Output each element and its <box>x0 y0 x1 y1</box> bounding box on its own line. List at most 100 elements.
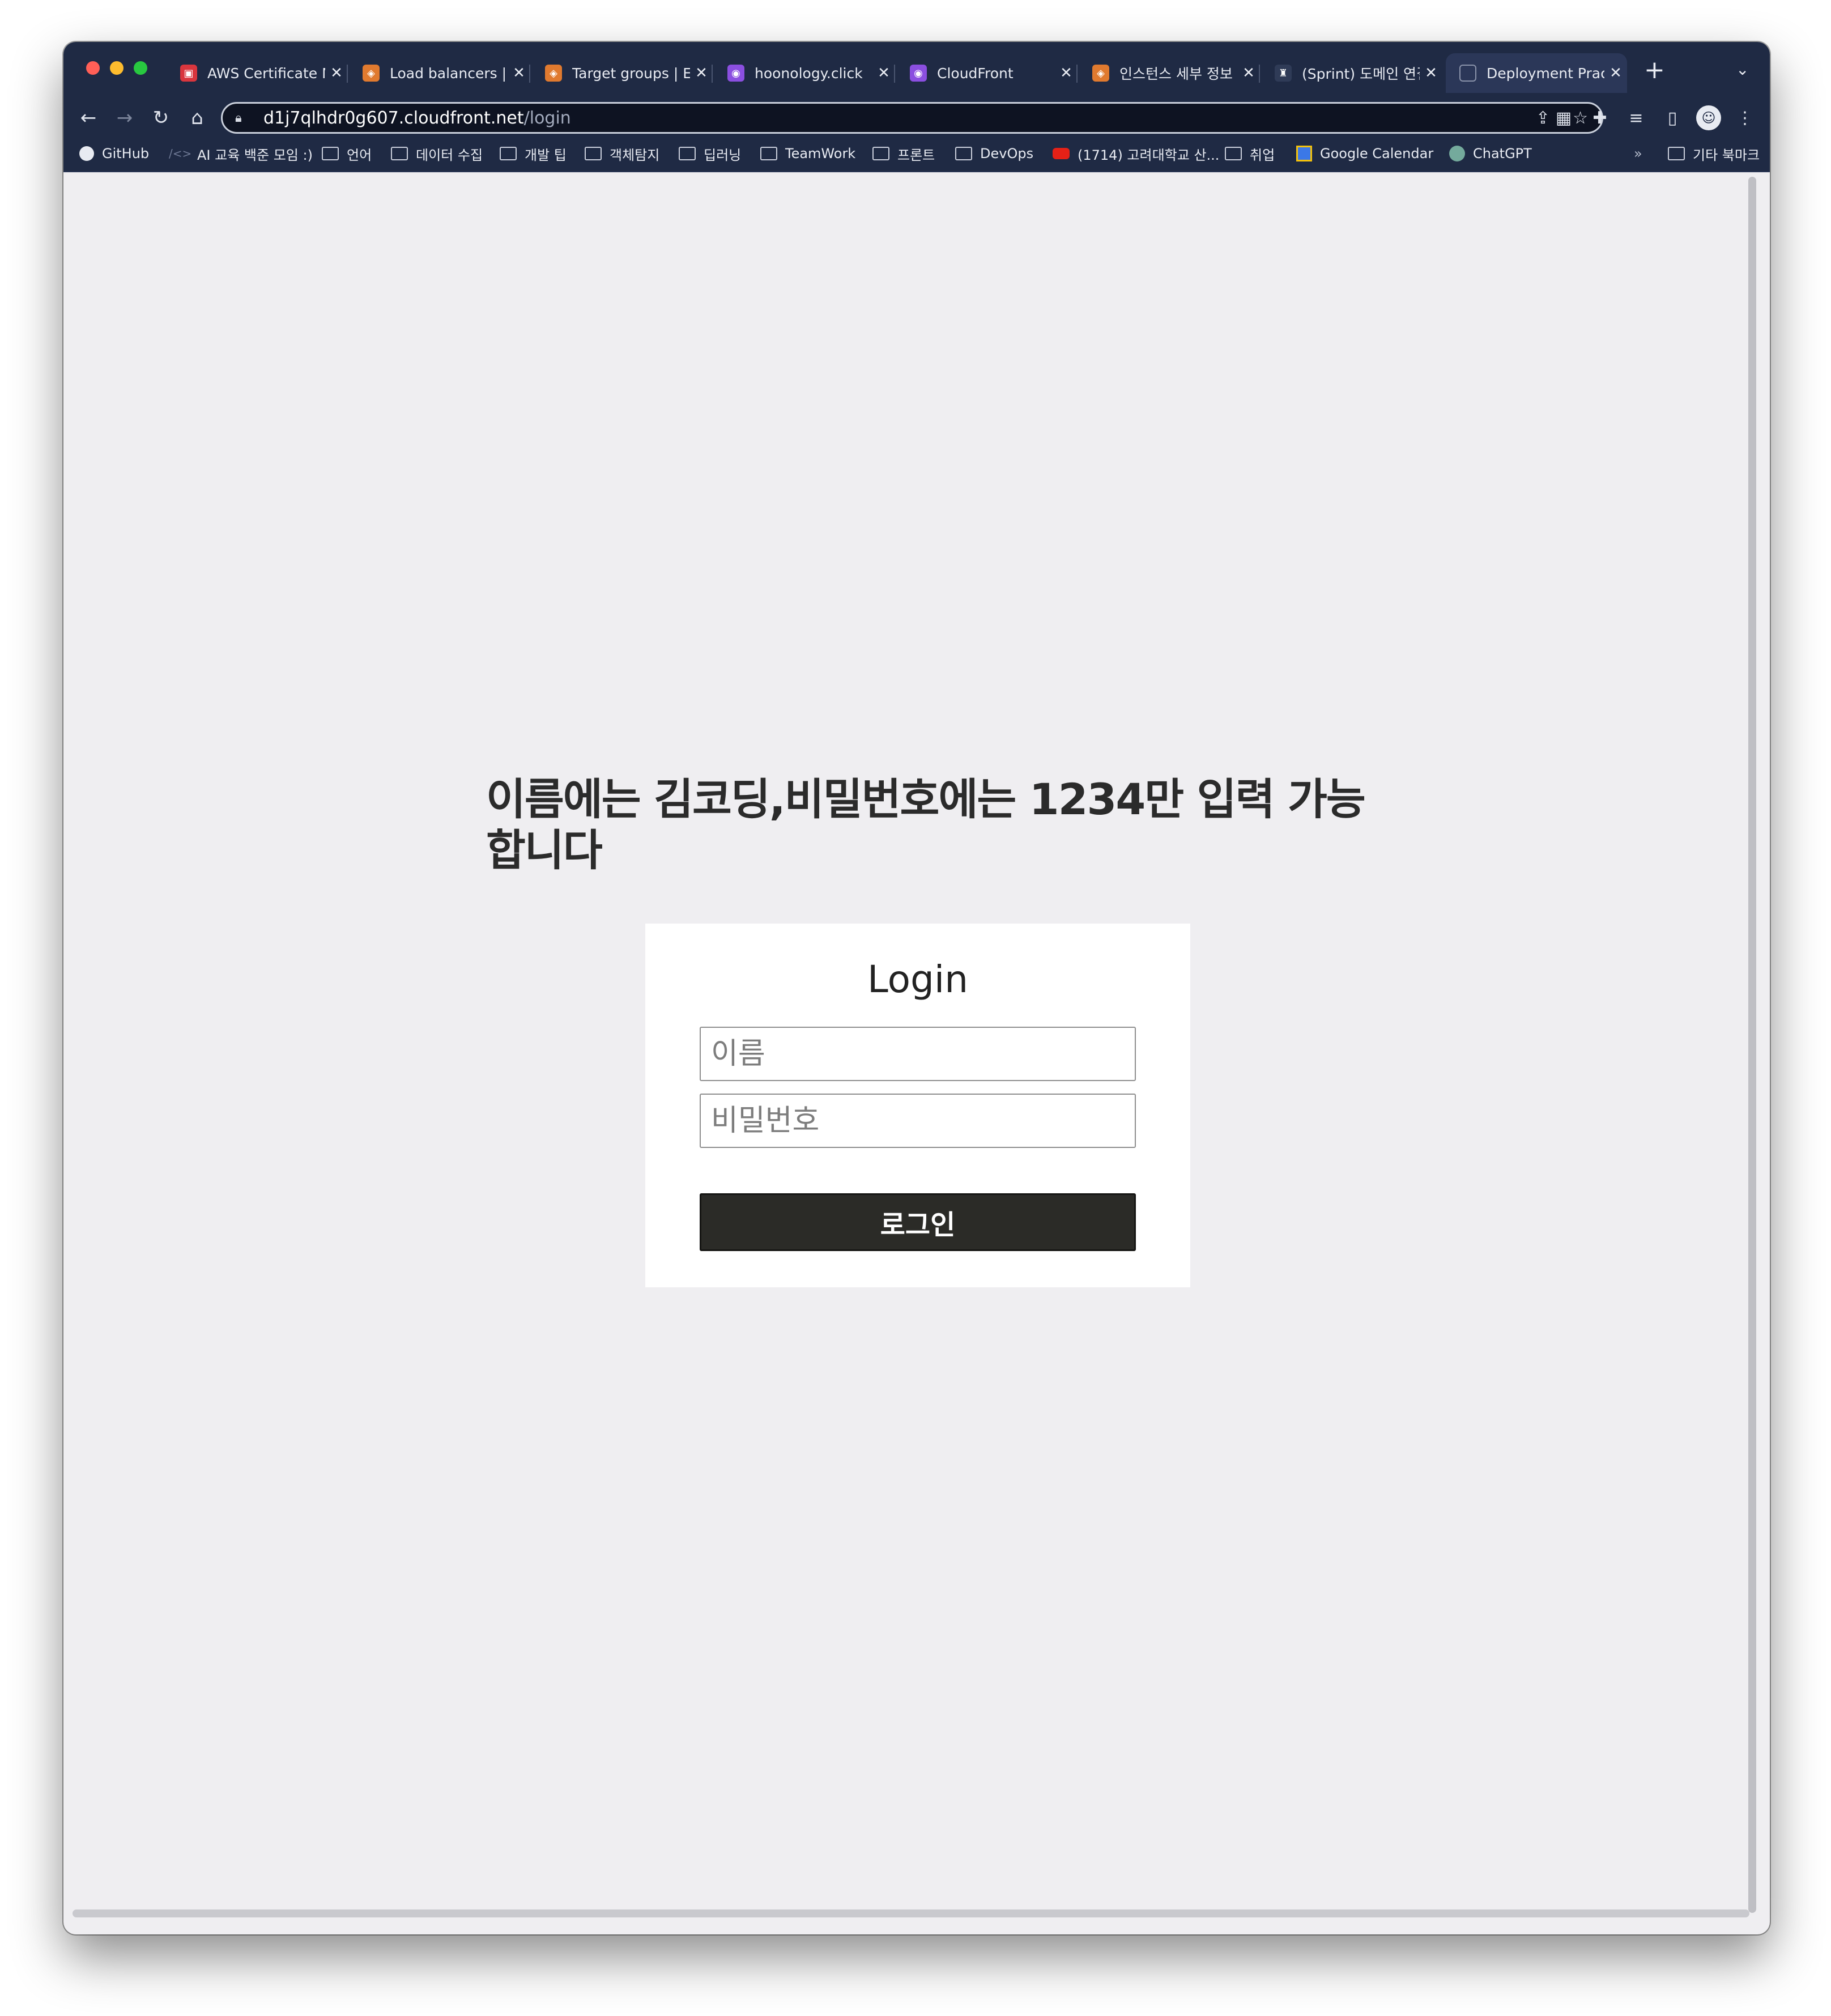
github-icon <box>79 146 94 161</box>
tab-separator <box>529 65 530 83</box>
tab-aws-certificate[interactable]: ▣ AWS Certificate M ✕ <box>167 53 348 93</box>
calendar-icon <box>1296 146 1312 161</box>
tab-title: CloudFront <box>937 65 1014 82</box>
ec2-icon: ◈ <box>363 65 380 82</box>
bookmark-ai-study[interactable]: /<> AI 교육 백준 모임 :) <box>169 136 313 171</box>
share-icon[interactable]: ⇪ <box>1536 108 1550 128</box>
page-content: 이름에는 김코딩,비밀번호에는 1234만 입력 가능합니다 Login 로그인 <box>73 172 1760 1917</box>
folder-icon <box>1668 147 1685 160</box>
bookmark-label: 개발 팁 <box>525 147 567 163</box>
window-maximize-button[interactable] <box>134 61 147 75</box>
close-icon[interactable]: ✕ <box>1420 65 1442 82</box>
bookmark-github[interactable]: GitHub <box>79 136 149 171</box>
bookmark-folder-deep-learning[interactable]: 딥러닝 <box>679 136 741 171</box>
close-icon[interactable]: ✕ <box>325 65 348 82</box>
tab-title: Target groups | EC <box>572 65 690 82</box>
code-icon: /<> <box>169 147 192 160</box>
close-icon[interactable]: ✕ <box>508 65 530 82</box>
bookmark-folder-teamwork[interactable]: TeamWork <box>760 136 855 171</box>
back-arrow-icon[interactable]: ← <box>76 105 101 130</box>
bookmark-label: 언어 <box>347 147 372 163</box>
login-card: Login 로그인 <box>645 924 1190 1287</box>
bookmark-chatgpt[interactable]: ChatGPT <box>1449 136 1532 171</box>
sprint-icon: ♜ <box>1275 65 1292 82</box>
new-tab-button[interactable]: + <box>1644 56 1665 84</box>
tab-separator <box>894 65 895 83</box>
folder-icon <box>1225 147 1242 160</box>
menu-kebab-icon[interactable]: ⋮ <box>1732 105 1757 130</box>
media-queue-icon[interactable]: ≡ <box>1624 105 1649 130</box>
bookmark-label: 취업 <box>1250 147 1275 163</box>
tab-cloudfront[interactable]: ◉ CloudFront ✕ <box>896 53 1078 93</box>
bookmark-google-calendar[interactable]: Google Calendar <box>1296 136 1433 171</box>
route53-icon: ◉ <box>727 65 744 82</box>
tab-title: Load balancers | E <box>390 65 508 82</box>
browser-toolbar: ← → ↻ ⌂ 🔒︎ d1j7qlhdr0g607.cloudfront.net… <box>63 99 1770 136</box>
tab-search-chevron-icon[interactable]: ⌄ <box>1736 60 1749 79</box>
aws-certificate-icon: ▣ <box>180 65 197 82</box>
bookmark-label: ChatGPT <box>1473 146 1532 161</box>
close-icon[interactable]: ✕ <box>872 65 895 82</box>
bookmark-folder-devops[interactable]: DevOps <box>955 136 1033 171</box>
url-host: d1j7qlhdr0g607.cloudfront.net <box>263 108 524 128</box>
bookmark-folder-object-detection[interactable]: 객체탐지 <box>585 136 659 171</box>
bookmark-label: 데이터 수집 <box>416 147 483 163</box>
tab-title: AWS Certificate M <box>207 65 325 82</box>
side-panel-icon[interactable]: ▯ <box>1660 105 1685 130</box>
close-icon[interactable]: ✕ <box>690 65 713 82</box>
tab-target-groups[interactable]: ◈ Target groups | EC ✕ <box>531 53 713 93</box>
bookmark-other-bookmarks[interactable]: 기타 북마크 <box>1668 136 1760 171</box>
vertical-scrollbar[interactable] <box>1748 177 1756 1913</box>
bookmark-label: (1714) 고려대학교 산... <box>1078 147 1220 163</box>
tab-separator <box>1076 65 1078 83</box>
horizontal-scrollbar[interactable] <box>73 1909 1749 1917</box>
bookmark-label: DevOps <box>980 146 1034 161</box>
folder-icon <box>872 147 889 160</box>
tab-instance-details[interactable]: ◈ 인스턴스 세부 정보 | ✕ <box>1079 53 1260 93</box>
extension-icon[interactable]: ▦ <box>1551 105 1576 130</box>
ec2-icon: ◈ <box>1092 65 1109 82</box>
lock-icon: 🔒︎ <box>235 110 242 125</box>
tab-separator <box>347 65 348 83</box>
bookmark-folder-front[interactable]: 프론트 <box>872 136 935 171</box>
bookmark-label: 프론트 <box>897 147 935 163</box>
tab-deployment-practice[interactable]: Deployment Prac ✕ <box>1446 53 1627 93</box>
folder-icon <box>955 147 972 160</box>
bookmark-label: 기타 북마크 <box>1693 147 1760 163</box>
login-button[interactable]: 로그인 <box>700 1193 1136 1251</box>
bookmarks-bar: GitHub /<> AI 교육 백준 모임 :) 언어 데이터 수집 개발 팁… <box>63 136 1770 172</box>
close-icon[interactable]: ✕ <box>1237 65 1260 82</box>
ec2-icon: ◈ <box>545 65 562 82</box>
bookmark-label: AI 교육 백준 모임 :) <box>197 147 313 163</box>
tab-strip: ▣ AWS Certificate M ✕ ◈ Load balancers |… <box>63 42 1770 99</box>
bookmark-folder-dev-tips[interactable]: 개발 팁 <box>500 136 567 171</box>
bookmark-label: 객체탐지 <box>610 147 660 163</box>
close-icon[interactable]: ✕ <box>1055 65 1078 82</box>
home-icon[interactable]: ⌂ <box>185 105 210 130</box>
bookmark-folder-language[interactable]: 언어 <box>322 136 372 171</box>
address-bar[interactable]: 🔒︎ d1j7qlhdr0g607.cloudfront.net/login ⇪… <box>221 102 1603 134</box>
close-icon[interactable]: ✕ <box>1604 65 1627 82</box>
tab-load-balancers[interactable]: ◈ Load balancers | E ✕ <box>349 53 530 93</box>
bookmark-folder-jobs[interactable]: 취업 <box>1225 136 1275 171</box>
login-hint-heading: 이름에는 김코딩,비밀번호에는 1234만 입력 가능합니다 <box>486 774 1366 875</box>
bookmarks-overflow-button[interactable]: » <box>1634 136 1642 171</box>
folder-icon <box>760 147 777 160</box>
bookmark-folder-data-collection[interactable]: 데이터 수집 <box>391 136 483 171</box>
tab-separator <box>1259 65 1260 83</box>
profile-avatar[interactable]: ☺ <box>1696 105 1721 130</box>
tab-hoonology[interactable]: ◉ hoonology.click ✕ <box>714 53 895 93</box>
puzzle-extensions-icon[interactable]: ✚ <box>1587 105 1612 130</box>
bookmark-label: GitHub <box>102 146 150 161</box>
name-input[interactable] <box>700 1027 1136 1081</box>
window-close-button[interactable] <box>86 61 100 75</box>
folder-icon <box>391 147 408 160</box>
bookmark-youtube[interactable]: (1714) 고려대학교 산... <box>1053 136 1219 171</box>
tab-sprint-domain[interactable]: ♜ (Sprint) 도메인 연결 ✕ <box>1261 53 1442 93</box>
password-input[interactable] <box>700 1094 1136 1148</box>
forward-arrow-icon[interactable]: → <box>112 105 137 130</box>
reload-icon[interactable]: ↻ <box>148 105 173 130</box>
bookmark-label: TeamWork <box>785 146 856 161</box>
window-minimize-button[interactable] <box>110 61 124 75</box>
tab-separator <box>712 65 713 83</box>
